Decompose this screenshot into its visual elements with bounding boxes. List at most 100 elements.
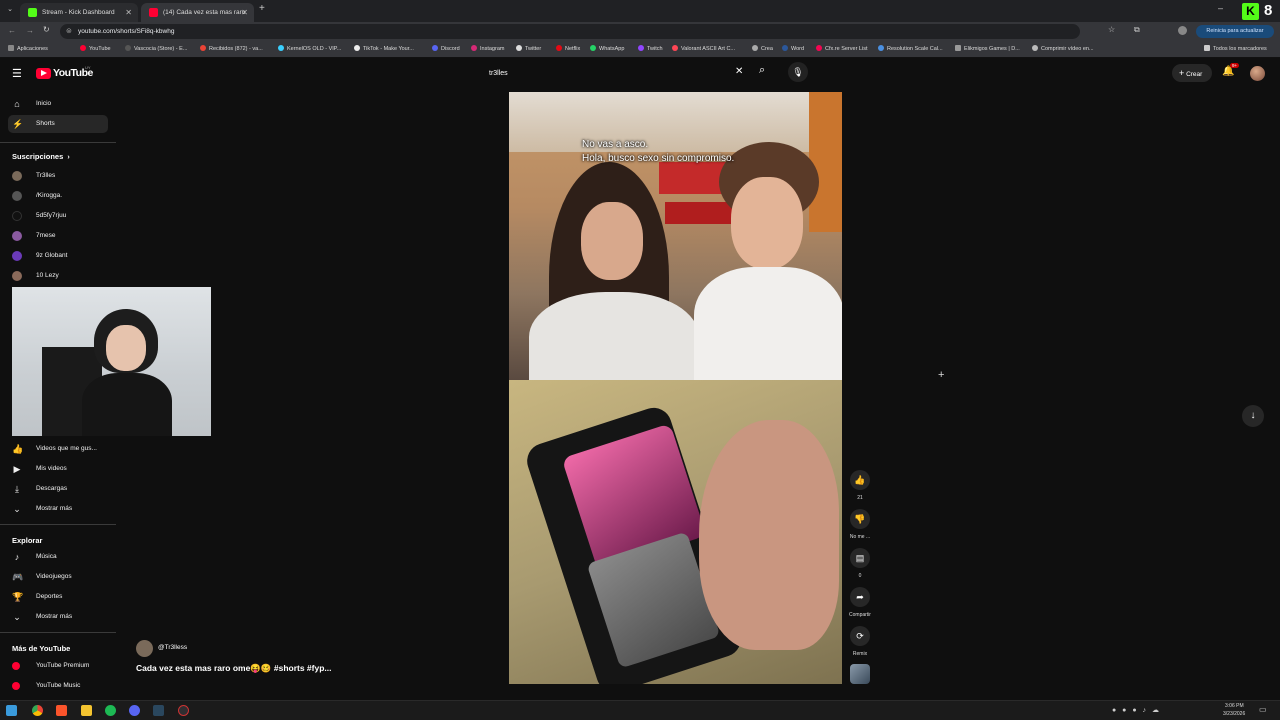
channel-avatar	[12, 231, 22, 241]
bookmark-item[interactable]: Comprimir vídeo en...	[1032, 45, 1094, 52]
next-short-button[interactable]: ↓	[1242, 405, 1264, 427]
channel-avatar[interactable]	[136, 640, 153, 657]
avatar[interactable]	[1250, 66, 1265, 81]
obs-icon[interactable]	[178, 705, 189, 716]
remix-icon: ⟳	[856, 631, 864, 641]
brave-icon[interactable]	[56, 705, 67, 716]
spotify-icon[interactable]	[105, 705, 116, 716]
sidebar-item-show-more[interactable]: ⌄ Mostrar más	[8, 500, 108, 518]
sidebar-item-shorts[interactable]: ⚡ Shorts	[8, 115, 108, 133]
sidebar-subscription[interactable]: 10 Lezy	[8, 267, 108, 285]
forward-icon[interactable]: →	[26, 26, 34, 35]
extensions-icon[interactable]: ⧉	[1134, 25, 1140, 35]
remix-label: Remix	[852, 651, 868, 657]
bookmark-item[interactable]: WhatsApp	[590, 45, 624, 52]
sidebar-subscription[interactable]: 7mese	[8, 227, 108, 245]
new-tab-button[interactable]: +	[259, 3, 265, 14]
profile-icon[interactable]	[1178, 26, 1187, 35]
close-tab-icon[interactable]: ✕	[241, 3, 248, 22]
bookmark-item[interactable]: KernelOS OLD - VIP...	[278, 45, 341, 52]
store-icon	[125, 45, 131, 51]
kick-icon	[28, 8, 37, 17]
sidebar-item-liked-videos[interactable]: 👍 Videos que me gus...	[8, 440, 108, 458]
share-button[interactable]: ➦	[850, 587, 870, 607]
clock-date[interactable]: 3/23/2026	[1223, 711, 1245, 717]
dislike-button[interactable]: 👎	[850, 509, 870, 529]
bookmarks-bar: Aplicaciones YouTube Vascocia (Store) - …	[0, 41, 1280, 58]
youtube-premium-icon	[12, 662, 20, 670]
subscriptions-heading[interactable]: Suscripciones ›	[12, 152, 70, 161]
minimize-button[interactable]: –	[1218, 3, 1223, 13]
bookmark-item[interactable]: Recibidos (872) - va...	[200, 45, 263, 52]
bookmark-item[interactable]: Instagram	[471, 45, 504, 52]
remix-button[interactable]: ⟳	[850, 626, 870, 646]
star-icon[interactable]: ☆	[1108, 25, 1115, 34]
folder-icon	[1204, 45, 1210, 51]
create-button[interactable]: + Crear	[1172, 64, 1212, 82]
bookmark-item[interactable]: YouTube	[80, 45, 111, 52]
twitch-icon	[638, 45, 644, 51]
short-video-player[interactable]: No vas a asco. Hola, busco sexo sin comp…	[509, 92, 842, 684]
tab-search-button[interactable]: ⌄	[4, 5, 16, 17]
file-explorer-icon[interactable]	[81, 705, 92, 716]
crea-icon	[752, 45, 758, 51]
channel-handle[interactable]: @Tr3lless	[158, 644, 187, 651]
sidebar-item-show-more[interactable]: ⌄ Mostrar más	[8, 608, 108, 626]
bookmark-item[interactable]: Word	[782, 45, 804, 52]
sidebar-item-youtube-music[interactable]: YouTube Music	[8, 677, 108, 695]
address-bar[interactable]: ⊜ youtube.com/shorts/SFi8q-kbwhg	[60, 24, 1080, 39]
bookmark-item[interactable]: Discord	[432, 45, 460, 52]
sidebar-subscription[interactable]: Tr3lles	[8, 167, 108, 185]
sidebar-subscription[interactable]: 9z Globant	[8, 247, 108, 265]
bookmark-item[interactable]: Twitter	[516, 45, 541, 52]
sidebar-item-home[interactable]: ⌂ Inicio	[8, 95, 108, 113]
sound-thumbnail[interactable]	[850, 664, 870, 684]
site-info-icon[interactable]: ⊜	[66, 24, 72, 39]
bookmark-item[interactable]: Valorant ASCII Art C...	[672, 45, 735, 52]
search-input[interactable]: tr3lles	[482, 64, 752, 84]
bookmark-item[interactable]: TikTok - Make Your...	[354, 45, 414, 52]
back-icon[interactable]: ←	[8, 26, 16, 35]
notifications-center-icon[interactable]: ▭	[1259, 705, 1267, 714]
sidebar-item-label: Inicio	[36, 100, 52, 107]
clock-time[interactable]: 3:06 PM	[1225, 703, 1244, 709]
sidebar-item-downloads[interactable]: ⤓ Descargas	[8, 480, 108, 498]
sidebar-item-music[interactable]: ♪ Música	[8, 548, 108, 566]
sidebar-subscription[interactable]: 5d5fy7rjuu	[8, 207, 108, 225]
cursor-crosshair-icon: +	[938, 369, 945, 381]
tab-kick-dashboard[interactable]: Stream - Kick Dashboard ✕	[20, 3, 138, 22]
tab-youtube-short[interactable]: (14) Cada vez esta mas raro ✕	[141, 3, 254, 22]
bookmark-item[interactable]: Aplicaciones	[8, 45, 48, 52]
bookmark-item[interactable]: Resolution Scale Cal...	[878, 45, 943, 52]
bookmark-item[interactable]: Crea	[752, 45, 773, 52]
chrome-icon[interactable]	[32, 705, 43, 716]
steam-icon[interactable]	[153, 705, 164, 716]
reload-icon[interactable]: ↻	[43, 25, 50, 34]
discord-icon	[432, 45, 438, 51]
bookmark-item[interactable]: Netflix	[556, 45, 580, 52]
discord-icon[interactable]	[129, 705, 140, 716]
bookmark-item[interactable]: Cfx.re Server List	[816, 45, 867, 52]
like-button[interactable]: 👍	[850, 470, 870, 490]
comments-button[interactable]: ▤	[850, 548, 870, 568]
bookmark-item[interactable]: Elikmigos Games | D...	[955, 45, 1020, 52]
update-chip[interactable]: Reinicia para actualizar	[1196, 25, 1274, 38]
chevron-down-icon: ⌄	[13, 612, 21, 622]
bookmark-item[interactable]: Vascocia (Store) - E...	[125, 45, 187, 52]
bookmark-item[interactable]: Twitch	[638, 45, 663, 52]
youtube-music-icon	[12, 682, 20, 690]
search-icon[interactable]: ⌕	[759, 64, 765, 77]
sidebar-item-youtube-premium[interactable]: YouTube Premium	[8, 657, 108, 675]
channel-avatar	[12, 211, 22, 221]
close-tab-icon[interactable]: ✕	[125, 3, 132, 22]
all-bookmarks[interactable]: Todos los marcadores	[1204, 45, 1267, 52]
menu-icon[interactable]: ☰	[12, 67, 22, 80]
sidebar-item-sports[interactable]: 🏆 Deportes	[8, 588, 108, 606]
sidebar-subscription[interactable]: /Kirogga.	[8, 187, 108, 205]
windows-start-icon[interactable]	[6, 705, 17, 716]
tray-icons[interactable]: ● ● ● ♪ ☁	[1112, 706, 1161, 714]
short-title[interactable]: Cada vez esta mas raro ome😝🥴 #shorts #fy…	[136, 663, 332, 674]
sidebar-item-gaming[interactable]: 🎮 Videojuegos	[8, 568, 108, 586]
sidebar-item-my-videos[interactable]: ▶ Mis videos	[8, 460, 108, 478]
voice-search-icon[interactable]: 🎙	[788, 62, 808, 82]
